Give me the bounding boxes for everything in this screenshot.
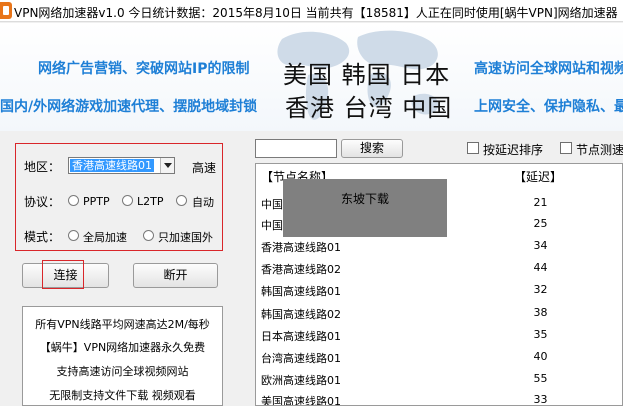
banner-right-line2: 上网安全、保护隐私、最 [474,99,623,115]
banner-left-line2: 国内/外网络游戏加速代理、摆脱地域封锁 [0,99,258,115]
node-name: 台湾高速线路01 [261,352,341,365]
protocol-auto-label[interactable]: 自动 [192,194,214,210]
protocol-pptp-label[interactable]: PPTP [83,195,110,208]
node-latency: 38 [533,306,548,319]
mode-global-radio[interactable] [68,230,79,241]
banner-left-line1: 网络广告营销、突破网站IP的限制 [38,61,250,77]
region-select[interactable]: 香港高速线路01 [68,157,175,174]
mode-foreign-radio[interactable] [143,230,154,241]
protocol-l2tp-label[interactable]: L2TP [137,195,163,208]
banner-center-line2: 香港 台湾 中国 [285,94,453,122]
node-name: 欧洲高速线路01 [261,374,341,387]
table-row[interactable]: 日本高速线路01 35 [256,323,622,345]
node-name: 香港高速线路01 [261,241,341,254]
node-latency: 44 [533,261,548,274]
region-suffix: 高速 [192,161,217,175]
node-name: 韩国高速线路02 [261,308,341,321]
mode-foreign-label[interactable]: 只加速国外 [158,229,213,245]
watermark-overlay: 东坡下载 [283,179,447,237]
title-bar: VPN网络加速器v1.0 今日统计数据：2015年8月10日 当前共有【1858… [0,0,623,22]
app-icon [0,2,12,19]
info-panel: 所有VPN线路平均网速高达2M/每秒 【蜗牛】VPN网络加速器永久免费 支持高速… [22,306,223,406]
node-name: 日本高速线路01 [261,330,341,343]
banner-center-line1: 美国 韩国 日本 [283,61,451,89]
settings-panel: 地区： 香港高速线路01 高速 协议： PPTP L2TP 自动 模式： 全局加… [15,143,223,251]
sort-by-latency-label[interactable]: 按延迟排序 [483,141,543,158]
search-button[interactable]: 搜索 [341,139,403,158]
sort-by-latency-checkbox[interactable] [467,142,479,154]
node-latency: 55 [533,372,548,385]
search-input[interactable] [255,139,337,158]
node-name: 中国 [261,219,283,232]
protocol-pptp-radio[interactable] [68,195,79,206]
node-test-checkbox[interactable] [560,142,572,154]
region-selected-value: 香港高速线路01 [70,159,154,172]
node-test-label[interactable]: 节点测速 [576,141,623,158]
node-name: 中国 [261,198,283,211]
table-row[interactable]: 香港高速线路01 34 [256,234,622,256]
connect-highlight-frame [42,260,84,289]
watermark-text: 东坡下载 [340,192,389,206]
node-latency: 21 [533,196,548,209]
window-title: VPN网络加速器v1.0 今日统计数据：2015年8月10日 当前共有【1858… [14,6,618,20]
node-latency: 35 [533,328,548,341]
table-row[interactable]: 韩国高速线路02 38 [256,301,622,323]
node-latency: 33 [533,393,548,406]
mode-global-label[interactable]: 全局加速 [83,229,127,245]
table-row[interactable]: 欧洲高速线路01 55 [256,367,622,389]
protocol-l2tp-radio[interactable] [122,195,133,206]
table-row[interactable]: 台湾高速线路01 40 [256,345,622,367]
node-name: 美国高速线路01 [261,395,341,406]
info-line: 所有VPN线路平均网速高达2M/每秒 [35,318,210,331]
info-line: 无限制支持文件下载 视频观看 [49,389,196,402]
advertising-banner: 网络广告营销、突破网站IP的限制 国内/外网络游戏加速代理、摆脱地域封锁 美国 … [0,23,623,131]
node-latency: 34 [533,239,548,252]
region-label: 地区： [24,160,61,174]
node-name: 香港高速线路02 [261,263,341,276]
node-latency: 25 [533,217,548,230]
table-row[interactable]: 韩国高速线路01 32 [256,278,622,300]
protocol-auto-radio[interactable] [176,195,187,206]
node-name: 韩国高速线路01 [261,285,341,298]
mode-label: 模式： [24,230,61,244]
protocol-label: 协议： [24,195,61,209]
info-line: 支持高速访问全球视频网站 [56,365,189,378]
info-line: 【蜗牛】VPN网络加速器永久免费 [39,341,206,354]
chevron-down-icon[interactable] [160,158,174,173]
disconnect-button[interactable]: 断开 [133,263,218,288]
node-latency: 40 [533,350,548,363]
node-latency: 32 [533,283,548,296]
banner-right-line1: 高速访问全球网站和视频 [474,61,623,77]
column-header-latency[interactable]: 【延迟】 [514,168,562,185]
table-row[interactable]: 美国高速线路01 33 [256,388,622,406]
table-row[interactable]: 香港高速线路02 44 [256,256,622,278]
